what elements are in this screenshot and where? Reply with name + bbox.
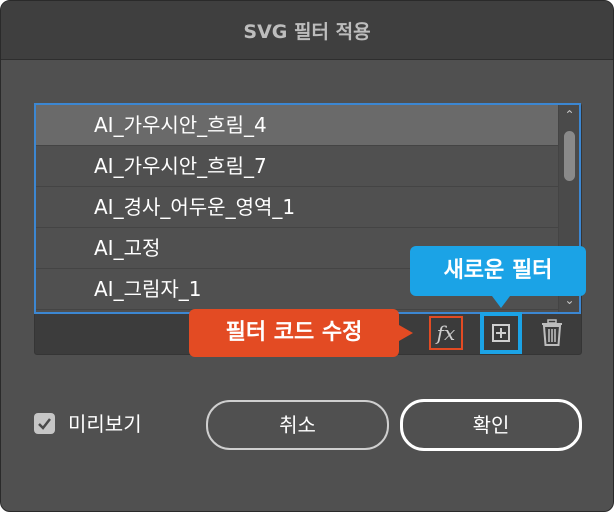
title-bar: SVG 필터 적용 [1, 1, 613, 60]
fx-icon: fx [436, 321, 456, 345]
filter-item[interactable]: AI_가우시안_흐림_7 [36, 146, 558, 187]
preview-label[interactable]: 미리보기 [68, 408, 142, 437]
preview-checkbox[interactable] [34, 413, 55, 434]
new-filter-button[interactable] [480, 312, 522, 354]
svg-filter-dialog: SVG 필터 적용 AI_가우시안_흐림_4 AI_가우시안_흐림_7 AI_경… [0, 0, 614, 512]
scroll-up-icon[interactable]: ⌃ [559, 107, 579, 123]
delete-filter-button[interactable] [539, 319, 565, 347]
scroll-thumb[interactable] [564, 131, 575, 181]
new-filter-callout: 새로운 필터 [410, 246, 586, 308]
edit-filter-code-button[interactable]: fx [429, 316, 463, 350]
cancel-button[interactable]: 취소 [206, 400, 389, 450]
checkmark-icon [38, 418, 51, 430]
ok-button[interactable]: 확인 [400, 399, 582, 451]
trash-icon [542, 319, 562, 346]
dialog-title: SVG 필터 적용 [243, 21, 371, 43]
plus-square-icon [492, 324, 510, 342]
edit-filter-code-callout: 필터 코드 수정 [189, 309, 413, 357]
filter-item[interactable]: AI_경사_어두운_영역_1 [36, 187, 558, 228]
filter-item[interactable]: AI_가우시안_흐림_4 [36, 105, 558, 146]
